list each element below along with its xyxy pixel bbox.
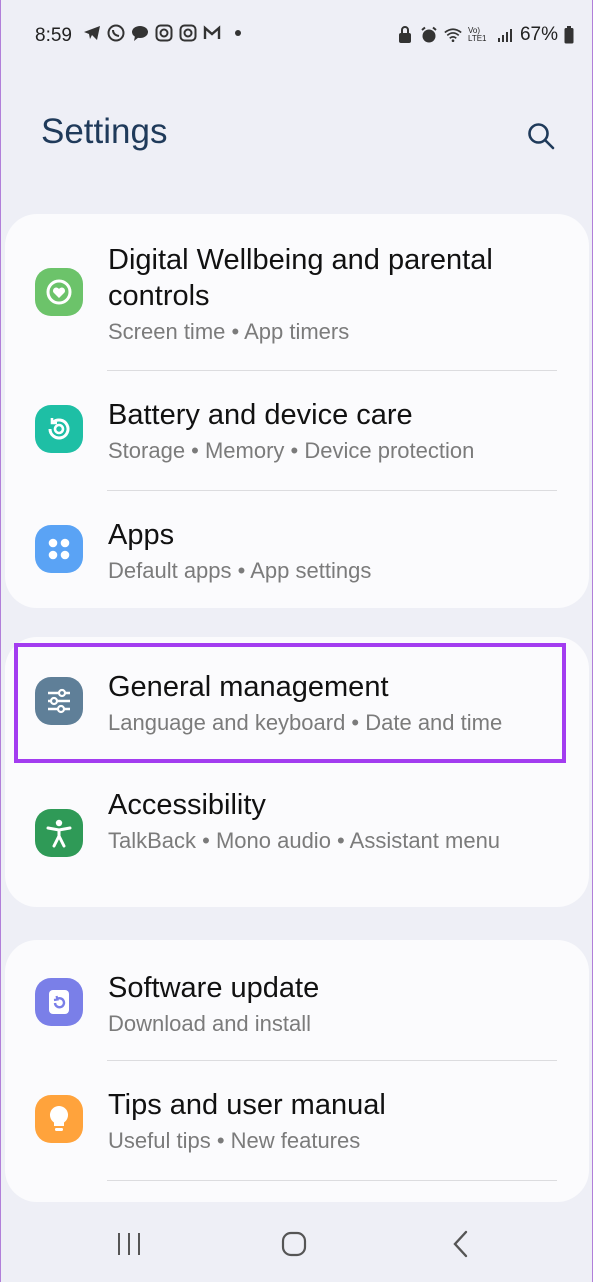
search-button[interactable]	[521, 116, 561, 156]
recents-icon	[118, 1233, 140, 1255]
item-title: Tips and user manual	[108, 1089, 386, 1121]
item-title: Apps	[108, 519, 175, 551]
highlight-box	[14, 643, 566, 763]
settings-item-software-update[interactable]: Software update Download and install	[5, 940, 589, 1058]
gmail-icon	[203, 24, 221, 42]
more-notifications-dot	[235, 30, 241, 36]
wifi-icon	[444, 26, 462, 44]
item-subtitle: Storage • Memory • Device protection	[108, 438, 475, 463]
back-icon	[453, 1230, 468, 1258]
system-icons: Vo) LTE1 67%	[396, 24, 574, 46]
settings-item-tips-user-manual[interactable]: Tips and user manual Useful tips • New f…	[5, 1061, 589, 1179]
volte-icon: Vo) LTE1	[467, 26, 487, 43]
notification-icons	[83, 24, 241, 42]
status-bar: 8:59 Vo) LTE1 67%	[1, 0, 592, 74]
instagram-icon	[179, 24, 197, 42]
accessibility-icon	[35, 809, 83, 857]
navigation-bar	[1, 1205, 592, 1282]
apps-icon	[35, 525, 83, 573]
signal-icon	[496, 26, 514, 44]
settings-card-3: Software update Download and install Tip…	[5, 940, 589, 1202]
wellbeing-icon	[35, 268, 83, 316]
item-subtitle: Useful tips • New features	[108, 1128, 361, 1153]
item-subtitle: Download and install	[108, 1011, 312, 1036]
back-button[interactable]	[441, 1227, 481, 1261]
update-icon	[35, 978, 83, 1026]
search-icon	[528, 123, 555, 150]
settings-item-digital-wellbeing[interactable]: Digital Wellbeing and parental controls …	[5, 214, 589, 366]
settings-item-battery-device-care[interactable]: Battery and device care Storage • Memory…	[5, 371, 589, 489]
divider	[107, 1180, 557, 1181]
chat-icon	[131, 24, 149, 42]
recents-button[interactable]	[109, 1227, 149, 1261]
item-subtitle: Default apps • App settings	[108, 558, 372, 583]
alarm-icon	[420, 26, 438, 44]
bulb-icon	[35, 1095, 83, 1143]
item-subtitle: TalkBack • Mono audio • Assistant menu	[108, 828, 501, 853]
settings-item-apps[interactable]: Apps Default apps • App settings	[5, 491, 589, 608]
home-icon	[281, 1231, 307, 1257]
settings-card-1: Digital Wellbeing and parental controls …	[5, 214, 589, 608]
item-title: Digital Wellbeing and parental controls	[108, 244, 493, 312]
device-care-icon	[35, 405, 83, 453]
whatsapp-icon	[107, 24, 125, 42]
instagram-icon	[155, 24, 173, 42]
status-time: 8:59	[35, 25, 72, 46]
home-button[interactable]	[274, 1227, 314, 1261]
battery-percent: 67%	[519, 24, 558, 45]
battery-icon	[564, 26, 574, 44]
settings-item-accessibility[interactable]: Accessibility TalkBack • Mono audio • As…	[5, 763, 589, 907]
telegram-icon	[83, 24, 101, 42]
page-title: Settings	[41, 112, 168, 151]
item-subtitle: Screen time • App timers	[108, 319, 350, 344]
item-title: Software update	[108, 972, 320, 1004]
item-title: Battery and device care	[108, 399, 413, 431]
lock-icon	[396, 26, 414, 44]
item-title: Accessibility	[108, 789, 266, 821]
